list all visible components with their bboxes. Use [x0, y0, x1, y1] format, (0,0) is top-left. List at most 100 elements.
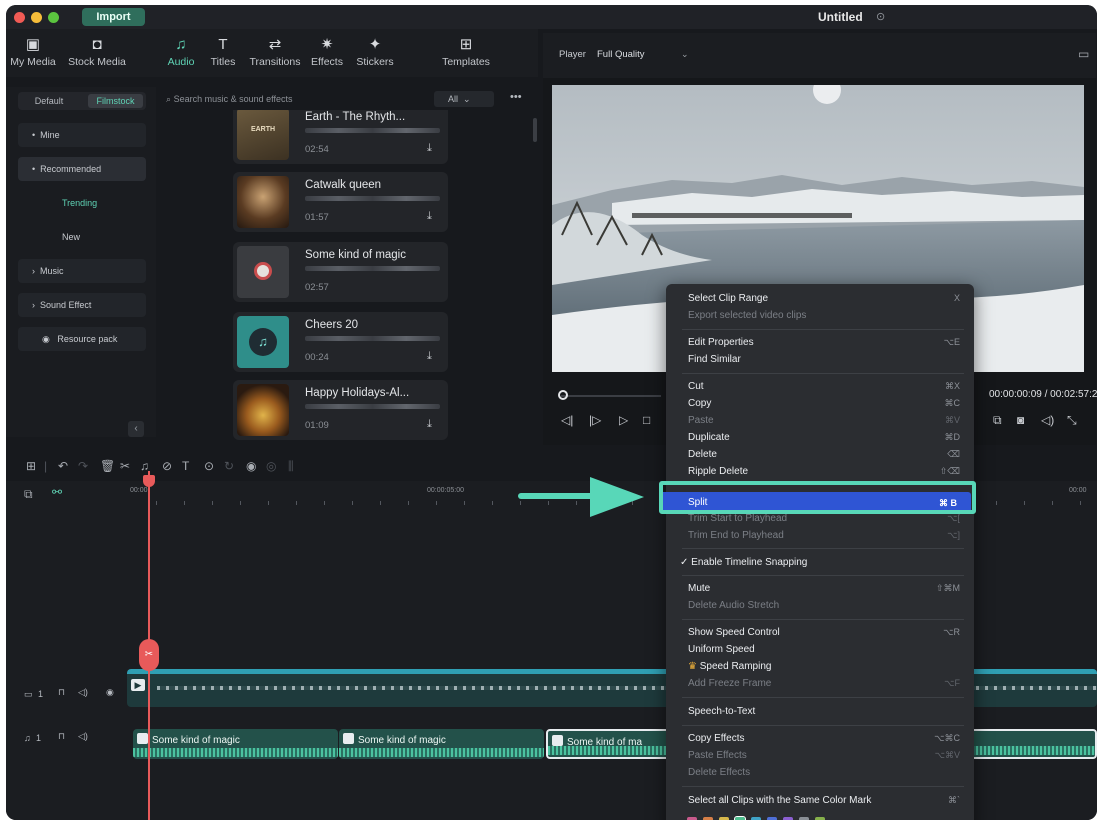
- category-sound-effect[interactable]: › Sound Effect: [18, 293, 146, 317]
- title-dropdown-icon[interactable]: ⊙: [876, 10, 885, 23]
- split-view-icon[interactable]: ⫼: [288, 459, 294, 474]
- audio-clip[interactable]: Some kind of magic: [339, 729, 544, 759]
- nav-audio[interactable]: ♫ Audio: [164, 34, 198, 68]
- more-options-icon[interactable]: •••: [510, 91, 522, 103]
- download-icon[interactable]: ⤓: [427, 142, 432, 155]
- undo-icon[interactable]: ↶: [58, 459, 68, 473]
- color-mark-swatch[interactable]: [767, 817, 777, 820]
- color-mark-swatch[interactable]: [687, 817, 697, 820]
- play-icon[interactable]: ▷: [619, 413, 628, 427]
- layout-icon[interactable]: ⊞: [26, 459, 36, 473]
- menu-item-mute[interactable]: Mute ⇧⌘M: [666, 580, 974, 597]
- menu-item-ripple-delete[interactable]: Ripple Delete ⇧⌫: [666, 463, 974, 480]
- chevron-down-icon[interactable]: ⌄: [681, 49, 689, 60]
- playhead-handle[interactable]: [143, 475, 155, 487]
- audio-clip[interactable]: Some kind of magic: [133, 729, 338, 759]
- import-button[interactable]: Import: [82, 8, 145, 26]
- menu-item-copy[interactable]: Copy ⌘C: [666, 395, 974, 412]
- lock-icon[interactable]: ⊓: [58, 731, 65, 742]
- search-input[interactable]: ⌕ Search music & sound effects: [166, 91, 433, 107]
- list-item[interactable]: Some kind of magic 02:57: [233, 242, 448, 302]
- category-music[interactable]: › Music: [18, 259, 146, 283]
- prev-frame-icon[interactable]: ◁|: [561, 413, 573, 427]
- stop-icon[interactable]: □: [643, 413, 650, 427]
- color-mark-swatch[interactable]: [719, 817, 729, 820]
- eye-icon[interactable]: ◉: [106, 687, 114, 698]
- color-mark-swatch[interactable]: [783, 817, 793, 820]
- nav-stock-media[interactable]: ◘ Stock Media: [62, 34, 132, 68]
- seek-handle[interactable]: [558, 390, 568, 400]
- menu-item-cut[interactable]: Cut ⌘X: [666, 378, 974, 395]
- nav-transitions[interactable]: ⇄ Transitions: [244, 34, 306, 68]
- menu-item-speed-ramping[interactable]: ♛ Speed Ramping: [666, 658, 974, 675]
- text-icon[interactable]: T: [182, 459, 189, 473]
- download-icon[interactable]: ⤓: [427, 350, 432, 363]
- rotate-icon[interactable]: ↻: [224, 459, 234, 473]
- stabilize-icon[interactable]: ◎: [266, 459, 276, 473]
- split-marker-icon[interactable]: ✂: [139, 639, 159, 671]
- category-mine[interactable]: • Mine: [18, 123, 146, 147]
- link-icon[interactable]: ⚯: [52, 485, 62, 499]
- next-frame-icon[interactable]: |▷: [589, 413, 601, 427]
- lock-icon[interactable]: ⊓: [58, 687, 65, 698]
- download-icon[interactable]: ⤓: [427, 418, 432, 431]
- nav-my-media[interactable]: ▣ My Media: [8, 34, 58, 68]
- list-item[interactable]: ♫ Cheers 20 00:24 ⤓: [233, 312, 448, 372]
- speaker-icon[interactable]: ◁): [78, 687, 88, 698]
- category-new[interactable]: New: [18, 225, 146, 249]
- fullscreen-icon[interactable]: ⤡: [1067, 413, 1077, 428]
- monitor-icon[interactable]: ⧉: [993, 413, 1002, 428]
- volume-icon[interactable]: ◁): [1041, 413, 1054, 427]
- camera-icon[interactable]: ◙: [1017, 413, 1024, 427]
- menu-item-select-same-color[interactable]: Select all Clips with the Same Color Mar…: [666, 792, 974, 809]
- minimize-window-icon[interactable]: [31, 12, 42, 23]
- speed-icon[interactable]: ⊙: [204, 459, 214, 473]
- menu-shortcut: ⇧⌫: [939, 466, 960, 476]
- tab-filmstock[interactable]: Filmstock: [88, 94, 143, 108]
- menu-item-speech-to-text[interactable]: Speech-to-Text: [666, 703, 974, 720]
- menu-item-edit-properties[interactable]: Edit Properties ⌥E: [666, 334, 974, 351]
- add-track-icon[interactable]: ⧉: [24, 487, 33, 502]
- filter-dropdown[interactable]: All ⌄: [434, 91, 494, 107]
- nav-templates[interactable]: ⊞ Templates: [436, 34, 496, 68]
- tab-default[interactable]: Default: [21, 94, 77, 108]
- color-mark-swatch[interactable]: [815, 817, 825, 820]
- color-mark-swatch[interactable]: [734, 816, 746, 820]
- menu-item-delete[interactable]: Delete ⌫: [666, 446, 974, 463]
- list-item[interactable]: Happy Holidays-Al... 01:09 ⤓: [233, 380, 448, 440]
- color-mark-swatch[interactable]: [799, 817, 809, 820]
- color-icon[interactable]: ◉: [246, 459, 256, 473]
- nav-effects[interactable]: ✷ Effects: [307, 34, 347, 68]
- menu-item-copy-effects[interactable]: Copy Effects ⌥⌘C: [666, 730, 974, 747]
- quality-dropdown[interactable]: Full Quality: [597, 49, 645, 60]
- scissors-icon[interactable]: ✂: [120, 459, 130, 473]
- category-resource-pack[interactable]: ◉ Resource pack: [18, 327, 146, 351]
- menu-item-show-speed-control[interactable]: Show Speed Control ⌥R: [666, 624, 974, 641]
- menu-item-enable-snapping[interactable]: ✓ Enable Timeline Snapping: [666, 554, 974, 571]
- menu-item-find-similar[interactable]: Find Similar: [666, 351, 974, 368]
- list-item[interactable]: Catwalk queen 01:57 ⤓: [233, 172, 448, 232]
- color-mark-swatch[interactable]: [751, 817, 761, 820]
- menu-item-select-clip-range[interactable]: Select Clip Range X: [666, 290, 974, 307]
- menu-item-uniform-speed[interactable]: Uniform Speed: [666, 641, 974, 658]
- nav-titles[interactable]: T Titles: [206, 34, 240, 68]
- close-window-icon[interactable]: [14, 12, 25, 23]
- list-scrollbar[interactable]: [533, 118, 537, 142]
- stock-media-icon: ◘: [92, 36, 102, 53]
- list-item[interactable]: EARTH Earth - The Rhyth... 02:54 ⤓: [233, 110, 448, 164]
- snapshot-frame-icon[interactable]: ▭: [1078, 47, 1089, 61]
- download-icon[interactable]: ⤓: [427, 210, 432, 223]
- category-recommended[interactable]: • Recommended: [18, 157, 146, 181]
- tag-icon[interactable]: ⊘: [162, 459, 172, 473]
- speaker-icon[interactable]: ◁): [78, 731, 88, 742]
- nav-stickers[interactable]: ✦ Stickers: [352, 34, 398, 68]
- menu-item-duplicate[interactable]: Duplicate ⌘D: [666, 429, 974, 446]
- color-mark-swatch[interactable]: [703, 817, 713, 820]
- seek-bar[interactable]: [561, 395, 661, 397]
- redo-icon[interactable]: ↷: [78, 459, 88, 473]
- menu-separator: [682, 548, 964, 549]
- delete-icon[interactable]: 🗑: [100, 459, 115, 473]
- zoom-window-icon[interactable]: [48, 12, 59, 23]
- collapse-sidebar-button[interactable]: ‹: [128, 421, 144, 437]
- category-trending[interactable]: Trending: [18, 191, 146, 215]
